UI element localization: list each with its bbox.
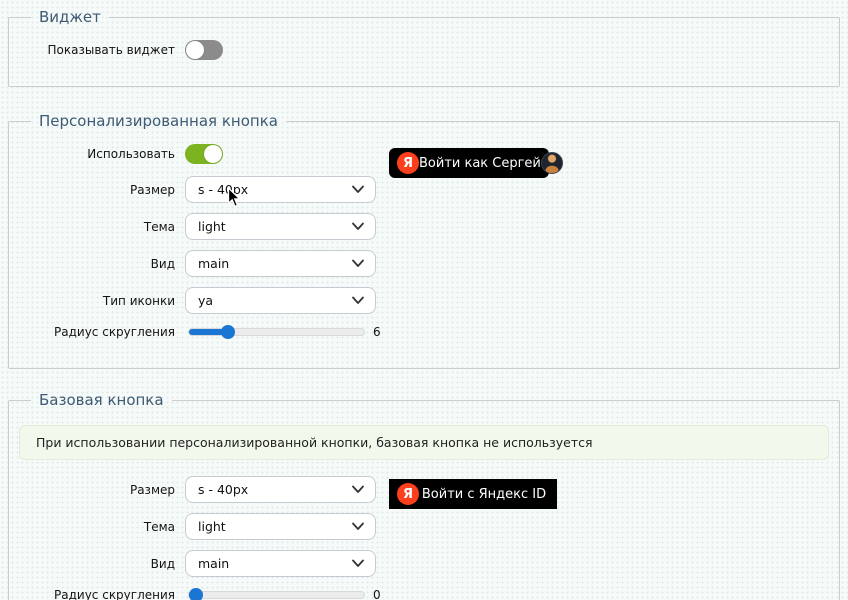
personalized-button-section: Персонализированная кнопка Использовать … bbox=[8, 112, 840, 369]
size-label: Размер bbox=[19, 183, 175, 197]
base-section-legend: Базовая кнопка bbox=[31, 391, 172, 409]
personalized-section-legend: Персонализированная кнопка bbox=[31, 112, 286, 130]
personal-login-button-label: Войти как Сергей bbox=[419, 156, 541, 171]
view-row: Вид main bbox=[19, 250, 829, 277]
radius-label: Радиус скругления bbox=[19, 325, 175, 339]
base-theme-row: Тема light bbox=[19, 513, 829, 540]
view-select-value: main bbox=[198, 256, 229, 271]
base-theme-select-value: light bbox=[198, 519, 226, 534]
base-radius-slider[interactable] bbox=[188, 591, 365, 599]
base-radius-label: Радиус скругления bbox=[19, 588, 175, 600]
icon-type-select[interactable]: ya bbox=[185, 287, 376, 314]
base-size-select-value: s - 40px bbox=[198, 482, 248, 497]
base-size-select[interactable]: s - 40px bbox=[185, 476, 376, 503]
base-login-button-label: Войти с Яндекс ID bbox=[419, 487, 549, 502]
yandex-id-login-button[interactable]: Я Войти с Яндекс ID bbox=[389, 479, 557, 509]
slider-fill bbox=[189, 329, 228, 335]
widget-section-legend: Виджет bbox=[31, 8, 109, 26]
show-widget-label: Показывать виджет bbox=[19, 43, 175, 57]
slider-thumb[interactable] bbox=[189, 588, 203, 600]
yandex-logo-icon: Я bbox=[397, 152, 419, 174]
chevron-down-icon bbox=[352, 185, 364, 194]
radius-row: Радиус скругления 6 bbox=[19, 324, 829, 340]
base-view-row: Вид main bbox=[19, 550, 829, 577]
chevron-down-icon bbox=[352, 559, 364, 568]
user-avatar bbox=[541, 152, 563, 174]
show-widget-row: Показывать виджет bbox=[19, 36, 829, 64]
theme-row: Тема light bbox=[19, 213, 829, 240]
base-theme-label: Тема bbox=[19, 520, 175, 534]
theme-select-value: light bbox=[198, 219, 226, 234]
base-size-label: Размер bbox=[19, 483, 175, 497]
base-view-select-value: main bbox=[198, 556, 229, 571]
chevron-down-icon bbox=[352, 296, 364, 305]
size-select-value: s - 40px bbox=[198, 182, 248, 197]
base-view-label: Вид bbox=[19, 557, 175, 571]
yandex-logo-icon: Я bbox=[397, 483, 419, 505]
base-button-notice: При использовании персонализированной кн… bbox=[19, 425, 829, 460]
base-theme-select[interactable]: light bbox=[185, 513, 376, 540]
slider-thumb[interactable] bbox=[221, 325, 235, 339]
widget-section: Виджет Показывать виджет bbox=[8, 8, 840, 87]
chevron-down-icon bbox=[352, 259, 364, 268]
base-view-select[interactable]: main bbox=[185, 550, 376, 577]
toggle-knob bbox=[186, 41, 204, 59]
view-select[interactable]: main bbox=[185, 250, 376, 277]
view-label: Вид bbox=[19, 257, 175, 271]
chevron-down-icon bbox=[352, 222, 364, 231]
use-toggle[interactable] bbox=[185, 144, 223, 164]
theme-label: Тема bbox=[19, 220, 175, 234]
icon-type-select-value: ya bbox=[198, 293, 213, 308]
size-select[interactable]: s - 40px bbox=[185, 176, 376, 203]
toggle-knob bbox=[204, 145, 222, 163]
base-radius-row: Радиус скругления 0 bbox=[19, 587, 829, 600]
slider-fill bbox=[189, 592, 196, 598]
icon-type-row: Тип иконки ya bbox=[19, 287, 829, 314]
base-button-section: Базовая кнопка При использовании персона… bbox=[8, 391, 840, 600]
icon-type-label: Тип иконки bbox=[19, 294, 175, 308]
base-radius-value: 0 bbox=[373, 588, 381, 600]
size-row: Размер s - 40px bbox=[19, 176, 829, 203]
use-label: Использовать bbox=[19, 147, 175, 161]
theme-select[interactable]: light bbox=[185, 213, 376, 240]
radius-value: 6 bbox=[373, 325, 381, 339]
show-widget-toggle[interactable] bbox=[185, 40, 223, 60]
chevron-down-icon bbox=[352, 522, 364, 531]
radius-slider[interactable] bbox=[188, 328, 365, 336]
yandex-personal-login-button[interactable]: Я Войти как Сергей bbox=[389, 148, 549, 178]
chevron-down-icon bbox=[352, 485, 364, 494]
